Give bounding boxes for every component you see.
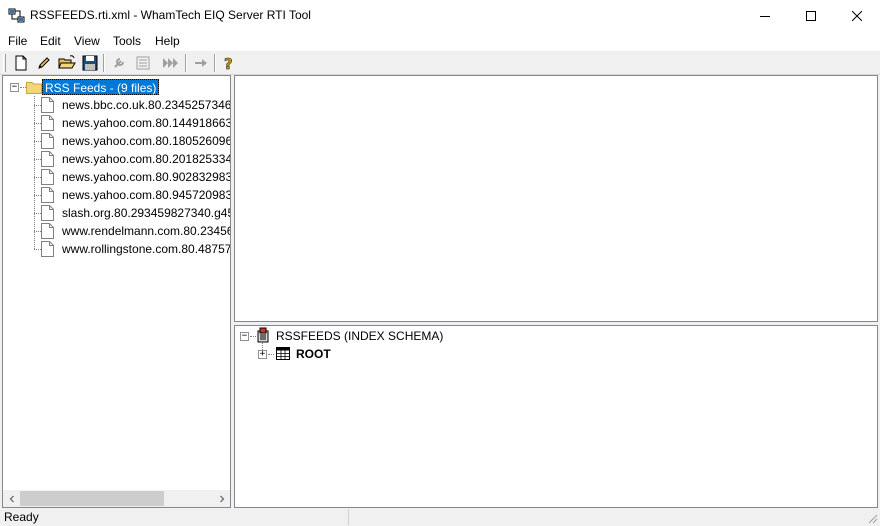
collapse-toggle[interactable]: −: [240, 332, 249, 341]
status-panel: [348, 509, 874, 525]
file-label: www.rollingstone.com.80.48757: [62, 242, 231, 256]
schema-icon: [255, 327, 271, 343]
help-button[interactable]: ?: [220, 54, 238, 72]
menu-edit[interactable]: Edit: [40, 34, 61, 48]
scrollbar-thumb[interactable]: [20, 491, 164, 506]
file-icon: [41, 241, 54, 257]
close-button[interactable]: [834, 0, 880, 31]
file-icon: [41, 133, 54, 149]
minimize-icon: [760, 15, 770, 17]
window-title: RSSFEEDS.rti.xml - WhamTech EIQ Server R…: [30, 8, 311, 22]
file-label: slash.org.80.293459827340.g454: [62, 206, 231, 220]
scroll-left-button[interactable]: [3, 490, 20, 507]
save-button[interactable]: [81, 54, 99, 72]
new-document-icon: [15, 55, 27, 71]
open-button[interactable]: [58, 54, 76, 72]
file-icon: [41, 169, 54, 185]
file-icon: [41, 115, 54, 131]
new-button[interactable]: [12, 54, 30, 72]
file-icon: [41, 205, 54, 221]
file-label: news.bbc.co.uk.80.23452573461: [62, 98, 231, 112]
maximize-icon: [806, 10, 816, 21]
file-label: news.yahoo.com.80.201825334.: [62, 152, 231, 166]
title-bar: RSSFEEDS.rti.xml - WhamTech EIQ Server R…: [0, 0, 880, 31]
svg-text:?: ?: [224, 55, 233, 71]
file-label: news.yahoo.com.80.90283298345: [62, 170, 231, 184]
toolbar: ?: [0, 51, 880, 75]
file-icon: [41, 187, 54, 203]
file-label: news.yahoo.com.80.180526096.: [62, 134, 231, 148]
properties-button[interactable]: [134, 54, 152, 72]
toolbar-grip[interactable]: [3, 54, 6, 72]
close-icon: [852, 10, 862, 21]
fast-forward-icon: [163, 58, 178, 68]
network-tree-icon: [8, 8, 26, 24]
file-label: news.yahoo.com.80.144918663.: [62, 116, 231, 130]
collapse-toggle[interactable]: −: [10, 83, 19, 92]
horizontal-scrollbar[interactable]: [3, 490, 230, 507]
run-all-button[interactable]: [162, 54, 180, 72]
arrow-right-icon: [195, 59, 207, 67]
chevron-right-icon: [219, 495, 224, 502]
file-icon: [41, 151, 54, 167]
details-pane[interactable]: [234, 75, 878, 322]
menu-tools[interactable]: Tools: [113, 34, 141, 48]
resize-grip-icon[interactable]: [866, 512, 878, 524]
menu-bar: File Edit View Tools Help: [0, 31, 880, 51]
menu-help[interactable]: Help: [155, 34, 180, 48]
chevron-left-icon: [9, 495, 14, 502]
status-text: Ready: [4, 510, 39, 524]
tool-button[interactable]: [110, 54, 128, 72]
menu-file[interactable]: File: [8, 34, 27, 48]
toolbar-separator: [103, 54, 105, 72]
expand-toggle[interactable]: +: [258, 350, 267, 359]
edit-button[interactable]: [35, 54, 53, 72]
file-icon: [41, 97, 54, 113]
schema-root-label[interactable]: RSSFEEDS (INDEX SCHEMA): [276, 329, 443, 343]
file-label: www.rendelmann.com.80.23456: [62, 224, 231, 238]
next-button[interactable]: [192, 54, 210, 72]
file-icon: [41, 223, 54, 239]
save-disk-icon: [82, 55, 98, 71]
file-tree-pane[interactable]: − RSS Feeds - (9 files) news.bbc.co.uk.8…: [2, 75, 231, 508]
toolbar-separator: [214, 54, 216, 72]
minimize-button[interactable]: [742, 0, 788, 31]
pencil-icon: [38, 57, 50, 69]
schema-tree-pane[interactable]: − RSSFEEDS (INDEX SCHEMA) + ROOT: [234, 325, 878, 508]
toolbar-separator: [185, 54, 187, 72]
properties-icon: [136, 56, 150, 70]
wrench-icon: [114, 58, 124, 68]
open-folder-icon: [58, 55, 76, 69]
table-icon: [275, 346, 291, 361]
schema-child-label[interactable]: ROOT: [296, 347, 331, 361]
scroll-right-button[interactable]: [213, 490, 230, 507]
help-question-icon: ?: [224, 55, 233, 71]
folder-icon: [26, 80, 42, 94]
menu-view[interactable]: View: [74, 34, 100, 48]
status-bar: Ready: [0, 508, 880, 526]
maximize-button[interactable]: [788, 0, 834, 31]
tree-root-label[interactable]: RSS Feeds - (9 files): [42, 79, 160, 95]
file-label: news.yahoo.com.80.94572098345: [62, 188, 231, 202]
